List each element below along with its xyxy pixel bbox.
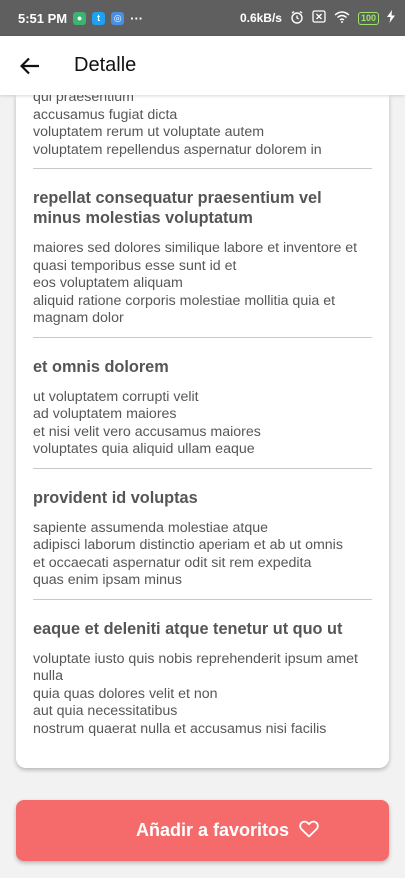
post-body-partial: qui praesentium accusamus fugiat dicta v…	[33, 95, 322, 158]
post-body: ut voluptatem corrupti velit ad voluptat…	[33, 388, 261, 458]
back-arrow-icon	[20, 57, 39, 74]
battery-icon: 100	[357, 11, 379, 25]
post-title: et omnis dolorem	[33, 357, 169, 376]
messenger-notification-icon: ◎	[111, 11, 125, 25]
charging-icon	[387, 10, 395, 26]
alarm-icon	[290, 10, 304, 27]
heart-outline-icon	[299, 820, 319, 843]
close-box-icon	[312, 10, 326, 26]
post-title: eaque et deleniti atque tenetur ut quo u…	[33, 619, 343, 638]
page-title: Detalle	[74, 54, 137, 76]
post-body: sapiente assumenda molestiae atque adipi…	[33, 519, 343, 589]
net-speed: 0.6kB/s	[239, 11, 282, 25]
post-body: maiores sed dolores similique labore et …	[33, 240, 358, 326]
add-to-favorites-button[interactable]: Añadir a favoritos	[16, 800, 389, 861]
post-item: repellat consequatur praesentium vel min…	[33, 169, 372, 328]
back-button[interactable]	[0, 36, 60, 95]
wifi-icon	[334, 10, 350, 26]
post-item: et omnis dolorem ut voluptatem corrupti …	[33, 338, 372, 459]
post-item: provident id voluptas sapiente assumenda…	[33, 469, 372, 590]
post-item: eaque et deleniti atque tenetur ut quo u…	[33, 600, 372, 739]
post-title: repellat consequatur praesentium vel min…	[33, 189, 322, 227]
post-body: voluptate iusto quis nobis reprehenderit…	[33, 650, 358, 737]
post-title: provident id voluptas	[33, 488, 198, 507]
app-bar: Detalle	[0, 36, 405, 95]
twitter-notification-icon: t	[92, 11, 106, 25]
status-bar: 5:51 PM ● t ◎ ··· 0.6kB/s 100	[0, 0, 405, 36]
status-left: 5:51 PM ● t ◎ ···	[18, 11, 143, 26]
app-notification-icon: ●	[73, 11, 87, 25]
add-to-favorites-label: Añadir a favoritos	[135, 820, 290, 840]
more-notifications-icon: ···	[130, 10, 144, 26]
status-right: 0.6kB/s 100	[240, 10, 395, 27]
battery-level: 100	[360, 13, 376, 23]
post-list-card[interactable]: qui praesentium accusamus fugiat dicta v…	[16, 95, 389, 768]
status-time: 5:51 PM	[18, 10, 68, 26]
